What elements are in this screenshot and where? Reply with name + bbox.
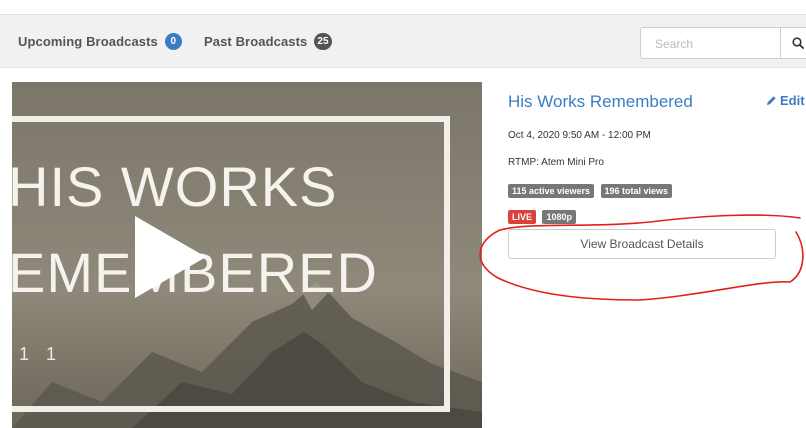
- thumbnail-footer-text: 1 1: [19, 344, 63, 364]
- tab-upcoming-broadcasts[interactable]: Upcoming Broadcasts 0: [18, 15, 182, 67]
- past-count-badge: 25: [314, 32, 332, 50]
- pencil-icon: [767, 96, 776, 105]
- resolution-badge: 1080p: [542, 210, 576, 224]
- edit-button[interactable]: Edit: [766, 93, 805, 108]
- magnifier-icon: [792, 37, 804, 49]
- active-viewers-badge: 115 active viewers: [508, 184, 595, 198]
- upcoming-count-badge: 0: [164, 32, 182, 50]
- viewer-stats: 115 active viewers 196 total views: [508, 181, 674, 199]
- search-input[interactable]: [653, 29, 777, 59]
- top-strip: [0, 0, 806, 15]
- total-views-badge: 196 total views: [600, 184, 673, 198]
- broadcast-title-link[interactable]: His Works Remembered: [508, 92, 693, 112]
- broadcast-tabs: Upcoming Broadcasts 0 Past Broadcasts 25: [0, 15, 806, 68]
- search-field: [640, 27, 780, 59]
- play-icon[interactable]: [130, 212, 210, 302]
- tab-past-label: Past Broadcasts: [204, 33, 308, 49]
- broadcast-date: Oct 4, 2020 9:50 AM - 12:00 PM: [508, 130, 651, 141]
- thumbnail-title-line1: HIS WORKS: [12, 155, 338, 218]
- broadcast-thumbnail[interactable]: HIS WORKS EMEMBERED 1 1: [12, 82, 482, 428]
- edit-label: Edit: [780, 93, 805, 108]
- broadcast-source: RTMP: Atem Mini Pro: [508, 157, 604, 168]
- tab-past-broadcasts[interactable]: Past Broadcasts 25: [204, 15, 332, 67]
- view-broadcast-details-button[interactable]: View Broadcast Details: [508, 229, 776, 259]
- tab-upcoming-label: Upcoming Broadcasts: [18, 33, 158, 49]
- search-button[interactable]: [780, 27, 806, 59]
- stream-status: LIVE 1080p: [508, 207, 578, 225]
- live-badge: LIVE: [508, 210, 537, 224]
